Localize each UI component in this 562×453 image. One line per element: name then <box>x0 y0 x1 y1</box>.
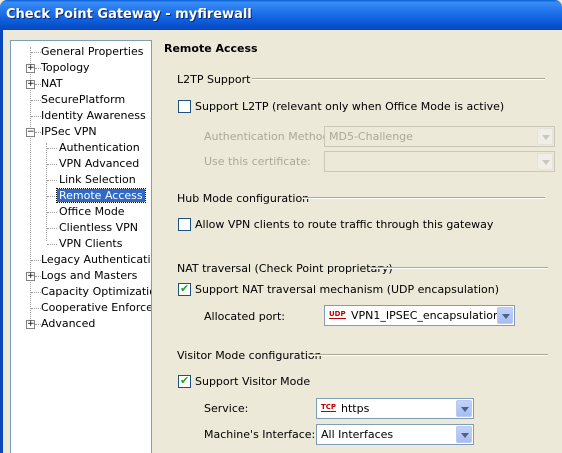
support-visitor-mode-label: Support Visitor Mode <box>195 375 311 388</box>
allow-vpn-routing-label: Allow VPN clients to route traffic throu… <box>195 218 494 231</box>
chevron-down-icon <box>456 400 472 417</box>
support-nat-traversal-label: Support NAT traversal mechanism (UDP enc… <box>195 283 500 296</box>
tree-item-secureplatform[interactable]: SecurePlatform <box>39 92 127 108</box>
tree-item-label: Identity Awareness <box>41 109 146 122</box>
tree-connector <box>47 212 57 213</box>
tree-item-label: SecurePlatform <box>41 93 126 106</box>
support-nat-traversal-checkbox[interactable] <box>178 282 191 296</box>
machine-interface-value: All Interfaces <box>321 428 394 441</box>
auth-method-select[interactable]: MD5-Challenge <box>324 126 555 147</box>
tree-item-label: VPN Clients <box>59 237 123 250</box>
service-select[interactable]: TCP https <box>316 398 474 419</box>
tree-root-line <box>30 47 31 329</box>
title-bar[interactable]: Check Point Gateway - myfirewall <box>0 0 562 30</box>
tree-item-label: Authentication <box>59 141 140 154</box>
tree-item-logs-and-masters[interactable]: Logs and Masters <box>39 268 139 284</box>
chevron-down-icon <box>537 128 553 145</box>
window-title: Check Point Gateway - myfirewall <box>6 7 252 22</box>
visitor-mode-group-title: Visitor Mode configuration <box>177 349 322 362</box>
tree-item-remote-access[interactable]: Remote Access <box>56 188 146 204</box>
tree-item-label: Advanced <box>41 317 96 330</box>
expand-logs-and-masters-icon[interactable]: + <box>26 272 35 281</box>
tree-item-label: Remote Access <box>56 188 146 203</box>
allocated-port-select[interactable]: UDP VPN1_IPSEC_encapsulation <box>324 305 515 326</box>
allow-vpn-routing-checkbox[interactable] <box>178 218 191 231</box>
service-label: Service: <box>204 402 249 415</box>
tree-item-label: Legacy Authentication <box>41 253 152 266</box>
nat-traversal-separator <box>370 267 548 269</box>
page-title: Remote Access <box>164 42 258 55</box>
tree-item-nat[interactable]: NAT <box>39 76 65 92</box>
tree-item-label: Capacity Optimization <box>41 285 152 298</box>
tree-connector <box>47 196 57 197</box>
tree-item-office-mode[interactable]: Office Mode <box>57 204 127 220</box>
nat-traversal-group-title: NAT traversal (Check Point proprietary) <box>177 262 393 275</box>
expand-topology-icon[interactable]: + <box>26 64 35 73</box>
tree-item-legacy-authentication[interactable]: Legacy Authentication <box>39 252 152 268</box>
tree-item-label: Clientless VPN <box>59 221 139 234</box>
hub-mode-separator <box>302 197 545 199</box>
chevron-down-icon <box>456 426 472 443</box>
chevron-down-icon <box>497 307 513 324</box>
tree-item-vpn-advanced[interactable]: VPN Advanced <box>57 156 141 172</box>
certificate-select[interactable] <box>324 151 555 172</box>
allocated-port-value: VPN1_IPSEC_encapsulation <box>351 309 500 322</box>
tree-item-identity-awareness[interactable]: Identity Awareness <box>39 108 148 124</box>
tree-item-authentication[interactable]: Authentication <box>57 140 142 156</box>
tree-item-general-properties[interactable]: General Properties <box>39 44 145 60</box>
auth-method-value: MD5-Challenge <box>329 130 413 143</box>
tree-connector <box>47 180 57 181</box>
tree-item-vpn-clients[interactable]: VPN Clients <box>57 236 124 252</box>
support-visitor-mode-checkbox[interactable] <box>178 374 191 388</box>
hub-mode-group-title: Hub Mode configuration <box>177 192 310 205</box>
machine-interface-label: Machine's Interface: <box>204 428 316 441</box>
tree-item-label: Link Selection <box>59 173 136 186</box>
tree-item-link-selection[interactable]: Link Selection <box>57 172 138 188</box>
tree-item-label: Cooperative Enforcement <box>41 301 151 314</box>
visitor-mode-separator <box>308 354 548 356</box>
tree-item-clientless-vpn[interactable]: Clientless VPN <box>57 220 140 236</box>
tree-item-label: General Properties <box>41 45 144 58</box>
udp-service-icon: UDP <box>329 310 346 319</box>
tree-item-capacity-optimization[interactable]: Capacity Optimization <box>39 284 152 300</box>
tree-ipsec-line <box>46 143 47 241</box>
tree-item-label: IPSec VPN <box>41 125 97 138</box>
support-l2tp-label: Support L2TP (relevant only when Office … <box>195 100 505 113</box>
tree-connector <box>47 164 57 165</box>
certificate-label: Use this certificate: <box>204 155 311 168</box>
tree-connector <box>47 148 57 149</box>
tree-item-label: NAT <box>41 77 63 90</box>
tree-item-label: VPN Advanced <box>59 157 140 170</box>
service-value: https <box>341 402 370 415</box>
tree-item-label: Topology <box>41 61 90 74</box>
l2tp-group-title: L2TP Support <box>177 73 251 86</box>
chevron-down-icon <box>537 153 553 170</box>
tcp-service-icon: TCP <box>321 403 337 412</box>
allocated-port-label: Allocated port: <box>204 310 285 323</box>
tree-item-label: Office Mode <box>59 205 125 218</box>
auth-method-label: Authentication Method: <box>204 130 334 143</box>
machine-interface-select[interactable]: All Interfaces <box>316 424 474 445</box>
collapse-ipsec-vpn-icon[interactable]: − <box>26 128 35 137</box>
tree-connector <box>47 244 57 245</box>
tree-item-topology[interactable]: Topology <box>39 60 92 76</box>
tree-item-ipsec-vpn[interactable]: IPSec VPN <box>39 124 99 140</box>
expand-nat-icon[interactable]: + <box>26 80 35 89</box>
l2tp-separator <box>252 78 545 80</box>
expand-advanced-icon[interactable]: + <box>26 320 35 329</box>
tree-connector <box>47 228 57 229</box>
tree-item-advanced[interactable]: Advanced <box>39 316 97 332</box>
tree-item-label: Logs and Masters <box>41 269 138 282</box>
tree-item-cooperative-enforcement[interactable]: Cooperative Enforcement <box>39 300 151 316</box>
navigation-tree[interactable]: General Properties + Topology + NAT Secu… <box>10 40 152 453</box>
support-l2tp-checkbox[interactable] <box>178 100 191 113</box>
